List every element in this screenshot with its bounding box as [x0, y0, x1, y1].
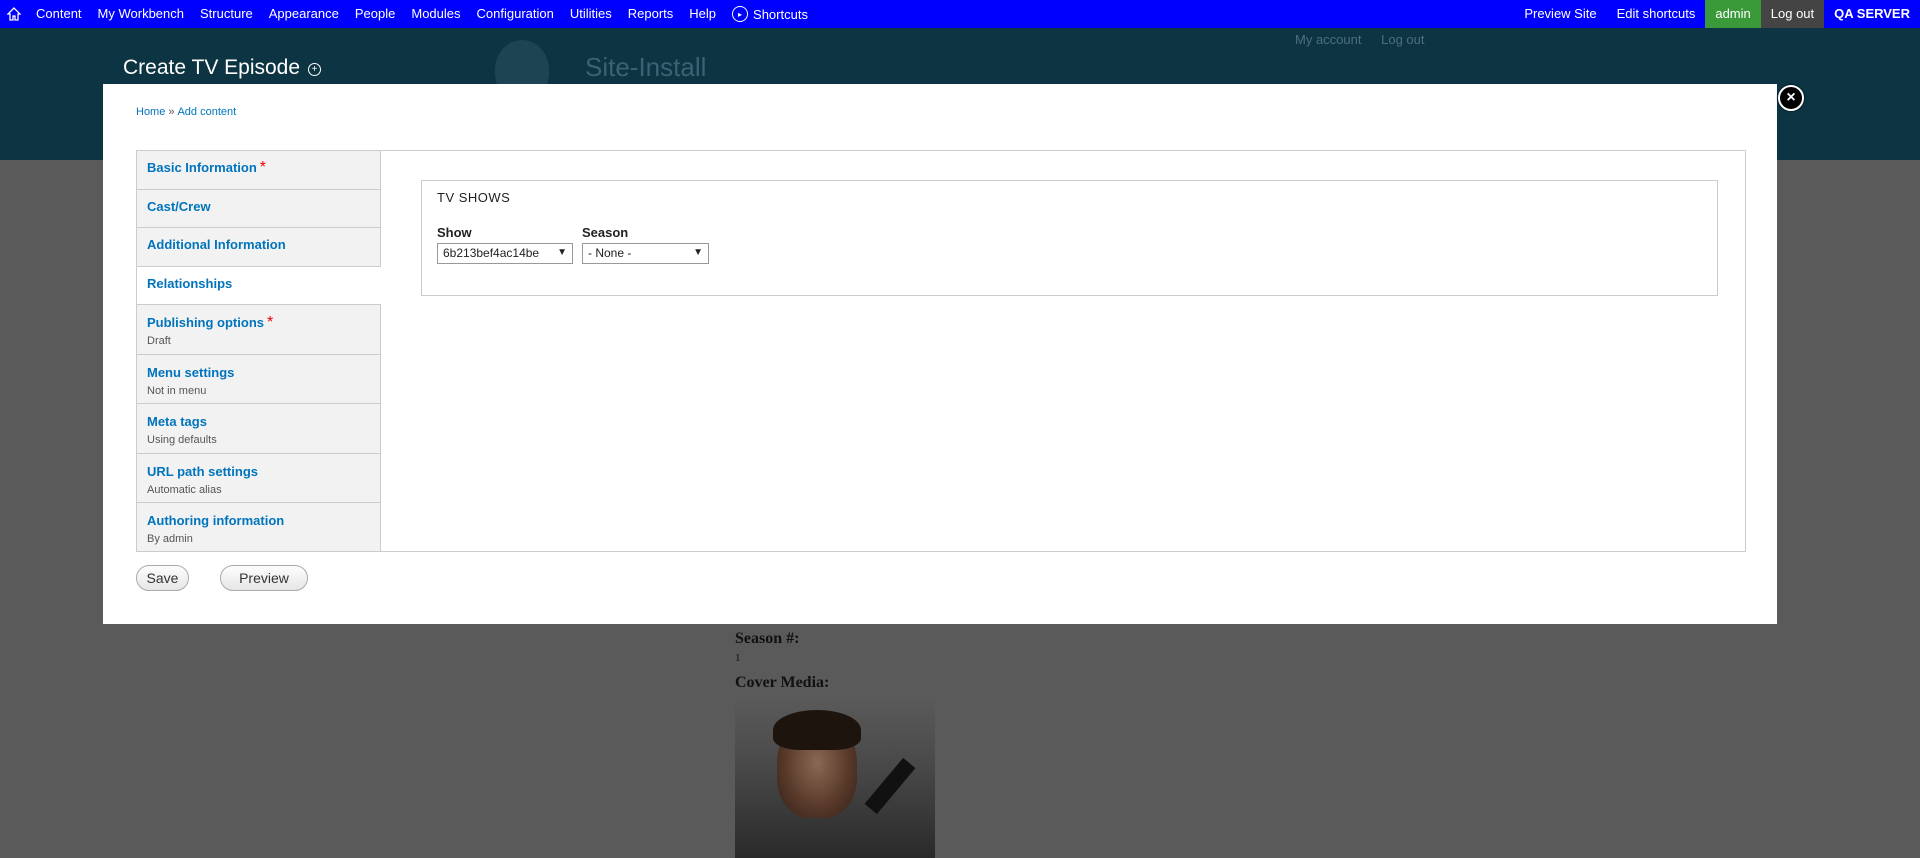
toolbar-menu: Content My Workbench Structure Appearanc… [28, 0, 724, 28]
server-label: QA SERVER [1834, 6, 1910, 21]
cover-media-image [735, 698, 935, 858]
page-title-text: Create TV Episode [123, 56, 301, 79]
breadcrumb-add-content[interactable]: Add content [177, 106, 236, 118]
save-button[interactable]: Save [136, 565, 189, 591]
secondary-logout-link[interactable]: Log out [1381, 32, 1424, 47]
tab-publishing-options[interactable]: Publishing options * Draft [137, 305, 380, 355]
my-account-link[interactable]: My account [1295, 32, 1361, 47]
node-content: Season #: 1 Cover Media: [735, 630, 935, 858]
preview-site-link[interactable]: Preview Site [1514, 0, 1606, 28]
tab-relationships[interactable]: Relationships [137, 266, 381, 305]
tab-title: URL path settings [147, 463, 258, 479]
user-link[interactable]: admin [1705, 0, 1761, 28]
tab-title: Additional Information [147, 237, 286, 252]
vertical-tabs-list: Basic Information * Cast/Crew Additional … [137, 151, 381, 551]
add-shortcut-icon[interactable]: + [308, 63, 322, 76]
toolbar-item-people[interactable]: People [347, 0, 403, 28]
tv-shows-fieldset: TV SHOWS Show 6b213bef4ac14be ▼ Season -… [421, 180, 1718, 296]
tab-menu-settings[interactable]: Menu settings Not in menu [137, 355, 380, 404]
tab-meta-tags[interactable]: Meta tags Using defaults [137, 404, 380, 454]
season-select[interactable]: - None - ▼ [582, 243, 709, 264]
toolbar-logout-link[interactable]: Log out [1760, 0, 1825, 28]
toolbar-item-reports[interactable]: Reports [620, 0, 682, 28]
dropdown-arrow-icon: ▼ [693, 247, 703, 258]
tab-summary: Draft [147, 335, 171, 347]
tab-authoring-information[interactable]: Authoring information By admin [137, 503, 380, 553]
show-select-value: 6b213bef4ac14be [443, 246, 540, 260]
portrait-hair [773, 710, 861, 750]
season-field-label: Season #: [735, 630, 800, 647]
season-select-value: - None - [588, 246, 632, 260]
preview-button[interactable]: Preview [220, 565, 308, 591]
close-icon[interactable]: × [1778, 85, 1804, 111]
dropdown-arrow-icon: ▼ [557, 247, 567, 258]
vertical-tabs: Basic Information * Cast/Crew Additional … [136, 150, 1746, 552]
tab-title: Cast/Crew [147, 198, 211, 214]
tab-summary: Automatic alias [147, 483, 222, 496]
tab-title: Menu settings [147, 364, 235, 380]
breadcrumb-home[interactable]: Home [136, 106, 165, 118]
toolbar-item-configuration[interactable]: Configuration [469, 0, 562, 28]
show-select[interactable]: 6b213bef4ac14be ▼ [437, 243, 573, 264]
tab-title: Meta tags [147, 414, 207, 429]
tab-cast-crew[interactable]: Cast/Crew [137, 190, 380, 228]
tab-title: Basic Information [147, 160, 257, 175]
cover-media-label: Cover Media: [735, 674, 830, 691]
admin-toolbar: Content My Workbench Structure Appearanc… [0, 0, 1920, 28]
page-title: Create TV Episode + [123, 56, 322, 80]
edit-shortcuts-link[interactable]: Edit shortcuts [1607, 0, 1706, 28]
season-label: Season [582, 225, 629, 240]
toolbar-item-modules[interactable]: Modules [403, 0, 468, 28]
tab-title: Relationships [147, 275, 233, 291]
secondary-menu: My account Log out [1295, 32, 1440, 47]
overlay-dialog: Home» Add content Basic Information * Cast… [103, 84, 1777, 624]
breadcrumb: Home» Add content [136, 106, 236, 118]
toolbar-item-help[interactable]: Help [681, 0, 724, 28]
tab-summary: Not in menu [147, 384, 207, 397]
tab-basic-information[interactable]: Basic Information * [137, 151, 380, 190]
toolbar-item-content[interactable]: Content [28, 0, 90, 28]
show-label: Show [437, 225, 472, 240]
tab-summary: Using defaults [147, 434, 217, 446]
portrait-blaster [864, 757, 916, 815]
toolbar-item-appearance[interactable]: Appearance [261, 0, 347, 28]
shortcuts-toggle[interactable]: ▸ Shortcuts [724, 6, 816, 22]
shortcuts-label: Shortcuts [753, 6, 808, 22]
toolbar-item-utilities[interactable]: Utilities [562, 0, 620, 28]
show-field: Show 6b213bef4ac14be ▼ [437, 225, 573, 264]
tab-title: Publishing options [147, 315, 264, 330]
required-marker: * [267, 314, 274, 331]
breadcrumb-separator: » [168, 106, 175, 118]
required-marker: * [259, 159, 267, 176]
relationships-pane: TV SHOWS Show 6b213bef4ac14be ▼ Season -… [381, 151, 1745, 551]
site-name: Site-Install [585, 52, 707, 82]
fieldset-legend: TV SHOWS [437, 190, 511, 205]
toolbar-item-my-workbench[interactable]: My Workbench [90, 0, 192, 28]
season-field-value: 1 [735, 652, 741, 664]
chevron-right-circle-icon: ▸ [732, 6, 749, 22]
tab-summary: By admin [147, 533, 193, 545]
tab-title: Authoring information [147, 513, 285, 528]
toolbar-item-structure[interactable]: Structure [192, 0, 261, 28]
tab-url-path-settings[interactable]: URL path settings Automatic alias [137, 454, 380, 503]
season-field: Season - None - ▼ [582, 225, 709, 264]
tab-additional-information[interactable]: Additional Information [137, 228, 380, 267]
home-icon[interactable] [0, 0, 28, 28]
toolbar-right: Preview Site Edit shortcuts admin Log ou… [1514, 0, 1920, 28]
